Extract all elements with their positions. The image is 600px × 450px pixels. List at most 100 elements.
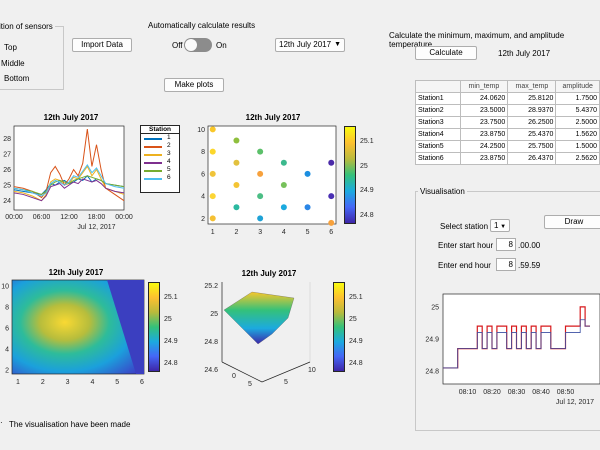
scatter-point [328, 159, 335, 166]
legend-item: 1 [141, 134, 179, 142]
calculate-button[interactable]: Calculate [415, 46, 477, 60]
x-tick-label: 08:10 [459, 389, 477, 396]
import-data-button[interactable]: Import Data [72, 38, 132, 52]
draw-button[interactable]: Draw [544, 215, 600, 229]
scatter-point [257, 215, 264, 222]
scatter-point [209, 170, 216, 177]
table-header-row: min_temp max_temp amplitude [415, 80, 600, 93]
scatter-point [280, 182, 287, 189]
station-dropdown[interactable]: 1 ▼ [490, 219, 510, 232]
make-plots-button[interactable]: Make plots [164, 78, 224, 92]
colorbar-tick-label: 24.9 [360, 187, 374, 195]
status-icon: · [0, 418, 3, 427]
toggle-off-label: Off [172, 41, 183, 50]
y-tick-label: 2 [5, 368, 9, 375]
table-header-cell [415, 80, 461, 93]
sensor-option-middle[interactable]: Middle [1, 59, 25, 68]
colorbar-tick-label: 25 [164, 316, 172, 323]
x-tick-label: 5 [248, 381, 252, 388]
table-cell: 2.5000 [555, 116, 600, 129]
table-cell: 1.7500 [555, 92, 600, 105]
x-tick-label: 06:00 [33, 214, 51, 221]
table-cell: 23.7500 [459, 116, 509, 129]
toggle-on-label: On [216, 41, 227, 50]
colorbar-tick-label: 24.8 [360, 212, 374, 219]
legend-label: 5 [167, 166, 171, 173]
start-hour-input[interactable]: 8 [496, 238, 516, 251]
auto-calc-label: Automatically calculate results [148, 21, 256, 30]
scatter-point [304, 170, 311, 177]
heatmap-chart: 2468101 2 3 4 5 6 [1, 279, 145, 386]
calc-date: 12th July 2017 [498, 49, 551, 58]
scatter-point [233, 159, 240, 166]
x-tick-label: 5 [306, 229, 310, 236]
x-tick-label: 4 [282, 229, 286, 236]
scatter-point [328, 193, 335, 200]
chart1-title: 12th July 2017 [43, 113, 99, 122]
table-header-cell: min_temp [459, 80, 509, 93]
y-tick-label: 4 [201, 194, 205, 201]
x-tick-label: 12:00 [60, 214, 78, 221]
sensor-option-top[interactable]: Top [4, 43, 17, 52]
surface-mesh [223, 291, 295, 345]
x-tick-label: 08:50 [557, 389, 575, 396]
z-tick-label: 24.8 [204, 339, 218, 346]
scatter-chart: 2468101 2 3 4 5 6 [197, 125, 337, 236]
y-tick-label: 24.8 [425, 369, 439, 376]
y-tick-label: 27 [3, 152, 11, 159]
colorbar-tick-label: 25.1 [349, 294, 363, 301]
x-tick-label: 2 [234, 229, 238, 236]
table-row[interactable]: Station6 23.8750 26.4370 2.5620 [415, 152, 600, 165]
legend-item: 4 [141, 158, 179, 166]
scatter-point [280, 159, 287, 166]
plot-area [207, 125, 337, 225]
table-cell: 1.5620 [555, 128, 600, 141]
x-tick-label: 00:00 [115, 214, 133, 221]
station-name-cell: Station1 [415, 92, 461, 105]
y-tick-label: 24 [3, 198, 11, 205]
table-cell: 28.9370 [507, 104, 557, 117]
x-tick-label: 2 [41, 379, 45, 386]
x-tick-label: 5 [115, 379, 119, 386]
table-cell: 26.4370 [507, 152, 557, 165]
scatter-point [209, 193, 216, 200]
sensor-option-bottom[interactable]: Bottom [4, 74, 29, 83]
results-table: min_temp max_temp amplitude Station1 24.0… [415, 80, 600, 165]
x-tick-label: 08:20 [483, 389, 501, 396]
table-row[interactable]: Station3 23.7500 26.2500 2.5000 [415, 116, 600, 129]
end-hour-input[interactable]: 8 [496, 258, 516, 271]
end-hour-label: Enter end hour [438, 261, 491, 270]
legend-swatch [144, 170, 162, 172]
z-tick-label: 25 [210, 311, 218, 318]
table-row[interactable]: Station5 24.2500 25.7500 1.5000 [415, 140, 600, 153]
y-tick-label: 8 [201, 149, 205, 156]
y-tick-label: 24.9 [425, 337, 439, 344]
legend-swatch [144, 146, 162, 148]
chart1-legend: Station 123456 [140, 125, 180, 193]
legend-item: 2 [141, 142, 179, 150]
x-tick-label: 3 [66, 379, 70, 386]
scatter-point [233, 204, 240, 211]
table-row[interactable]: Station1 24.0620 25.8120 1.7500 [415, 92, 600, 105]
colorbar-tick-label: 24.8 [164, 360, 178, 367]
table-row[interactable]: Station2 23.5000 28.9370 5.4370 [415, 104, 600, 117]
table-cell: 25.7500 [507, 140, 557, 153]
table-row[interactable]: Station4 23.8750 25.4370 1.5620 [415, 128, 600, 141]
chart3-colorbar [148, 282, 160, 372]
x-tick-label: 1 [211, 229, 215, 236]
scatter-point [233, 182, 240, 189]
table-cell: 2.5620 [555, 152, 600, 165]
scatter-point [233, 137, 240, 144]
table-header-cell: amplitude [555, 80, 600, 93]
table-cell: 23.5000 [459, 104, 509, 117]
y-tick-label: 10 [1, 284, 9, 291]
auto-calc-toggle[interactable] [184, 38, 212, 52]
legend-swatch [144, 138, 162, 140]
scatter-point [209, 215, 216, 222]
date-dropdown[interactable]: 12th July 2017 ▼ [275, 38, 345, 52]
y-tick-label: 2 [201, 216, 205, 223]
x-tick-label: 1 [16, 379, 20, 386]
table-cell: 1.5000 [555, 140, 600, 153]
table-cell: 25.8120 [507, 92, 557, 105]
table-cell: 24.2500 [459, 140, 509, 153]
